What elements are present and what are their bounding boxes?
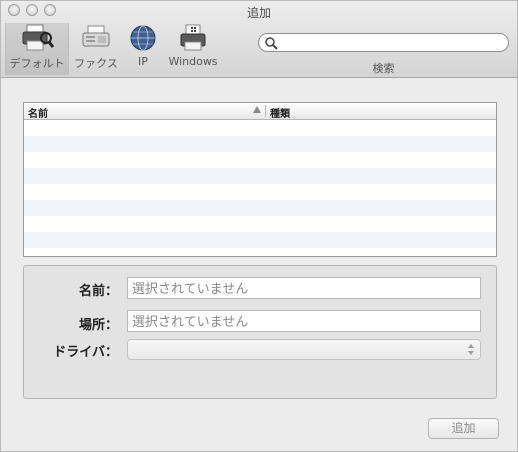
toolbar-item-windows[interactable]: Windows: [165, 23, 221, 75]
table-header: 名前 種類: [24, 103, 496, 120]
toolbar-item-ip[interactable]: IP: [125, 23, 161, 75]
column-header-kind[interactable]: 種類: [270, 105, 290, 120]
location-input[interactable]: [128, 312, 480, 333]
table-row: [24, 248, 496, 256]
toolbar-label-windows: Windows: [168, 55, 218, 68]
toolbar-label-fax: ファクス: [74, 57, 118, 70]
table-row: [24, 200, 496, 216]
toolbar-label-ip: IP: [138, 55, 148, 68]
globe-icon: [130, 25, 156, 51]
table-row: [24, 184, 496, 200]
printer-list-table[interactable]: 名前 種類: [23, 102, 497, 257]
toolbar-item-default[interactable]: デフォルト: [5, 23, 69, 75]
printer-search-icon: [22, 24, 54, 51]
name-input[interactable]: [128, 279, 480, 300]
up-down-arrows-icon: [468, 344, 474, 355]
column-header-name[interactable]: 名前: [28, 105, 48, 120]
name-label: 名前：: [78, 284, 118, 299]
search-input[interactable]: [279, 35, 499, 49]
add-printer-window: 追加 デフォルト ファクス IP Windows 検索 名前 種類 名前： 選択…: [0, 0, 518, 452]
search-field[interactable]: [258, 33, 509, 52]
fax-icon: [82, 25, 110, 47]
search-icon: [265, 37, 278, 50]
table-body: [24, 120, 496, 256]
column-divider[interactable]: [265, 105, 266, 117]
window-title: 追加: [246, 6, 271, 20]
driver-label: ドライバ：: [53, 345, 118, 360]
toolbar-label-default: デフォルト: [9, 57, 65, 70]
windows-printer-icon: [180, 24, 206, 51]
sort-ascending-icon: [253, 106, 261, 113]
toolbar-item-fax[interactable]: ファクス: [71, 23, 121, 75]
name-field[interactable]: [127, 277, 481, 300]
driver-select[interactable]: [127, 339, 481, 360]
table-row: [24, 168, 496, 184]
search-label: 検索: [372, 62, 395, 75]
titlebar-toolbar: 追加 デフォルト ファクス IP Windows 検索: [1, 1, 517, 78]
add-button[interactable]: 追加: [428, 418, 499, 439]
table-row: [24, 152, 496, 168]
location-field[interactable]: [127, 310, 481, 333]
location-label: 場所：: [78, 318, 118, 333]
table-row: [24, 232, 496, 248]
table-row: [24, 216, 496, 232]
table-row: [24, 136, 496, 152]
table-row: [24, 120, 496, 136]
